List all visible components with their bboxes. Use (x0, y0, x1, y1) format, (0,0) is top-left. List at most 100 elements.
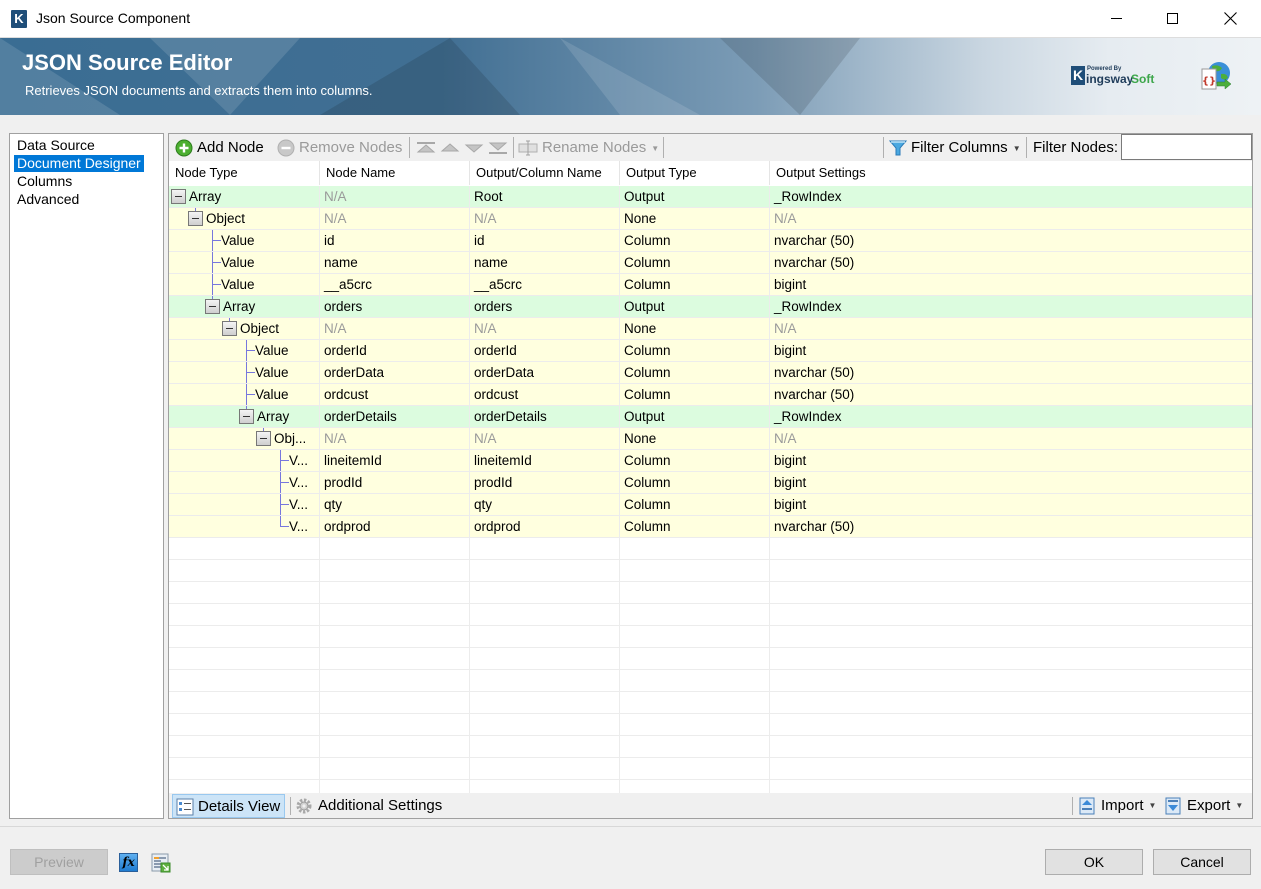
output-type-cell[interactable]: Output (620, 296, 770, 317)
collapse-toggle-icon[interactable] (256, 431, 271, 446)
output-type-cell[interactable]: None (620, 208, 770, 229)
node-type-cell[interactable]: Value (169, 384, 320, 405)
table-row[interactable]: Array orders orders Output _RowIndex (169, 296, 1252, 318)
table-row[interactable]: Object N/A N/A None N/A (169, 318, 1252, 340)
output-settings-cell[interactable]: N/A (770, 208, 1252, 229)
output-column-name-cell[interactable]: ordprod (470, 516, 620, 537)
remove-nodes-button[interactable]: Remove Nodes (277, 134, 402, 161)
node-type-cell[interactable]: Value (169, 340, 320, 361)
node-type-cell[interactable]: Obj... (169, 428, 320, 449)
table-row[interactable]: Obj... N/A N/A None N/A (169, 428, 1252, 450)
node-name-cell[interactable]: name (320, 252, 470, 273)
column-header-output-column-name[interactable]: Output/Column Name (470, 161, 620, 185)
output-settings-cell[interactable]: nvarchar (50) (770, 362, 1252, 383)
output-type-cell[interactable]: None (620, 318, 770, 339)
output-type-cell[interactable]: Column (620, 362, 770, 383)
table-row[interactable]: Array N/A Root Output _RowIndex (169, 186, 1252, 208)
preview-button[interactable]: Preview (10, 849, 108, 875)
table-row[interactable]: V... prodId prodId Column bigint (169, 472, 1252, 494)
output-type-cell[interactable]: None (620, 428, 770, 449)
import-button[interactable]: Import ▼ (1079, 794, 1156, 818)
output-column-name-cell[interactable]: __a5crc (470, 274, 620, 295)
table-row[interactable]: V... lineitemId lineitemId Column bigint (169, 450, 1252, 472)
node-name-cell[interactable]: N/A (320, 428, 470, 449)
minimize-button[interactable] (1088, 0, 1144, 38)
output-settings-cell[interactable]: nvarchar (50) (770, 252, 1252, 273)
close-button[interactable] (1202, 0, 1258, 38)
output-settings-cell[interactable]: nvarchar (50) (770, 230, 1252, 251)
sidebar-item-columns[interactable]: Columns (14, 173, 75, 190)
node-name-cell[interactable]: qty (320, 494, 470, 515)
output-type-cell[interactable]: Column (620, 230, 770, 251)
output-type-cell[interactable]: Output (620, 186, 770, 207)
table-row[interactable]: V... qty qty Column bigint (169, 494, 1252, 516)
node-type-cell[interactable]: V... (169, 494, 320, 515)
node-type-cell[interactable]: Value (169, 274, 320, 295)
output-settings-cell[interactable]: _RowIndex (770, 296, 1252, 317)
output-type-cell[interactable]: Column (620, 450, 770, 471)
expression-fx-icon[interactable]: fx (119, 853, 138, 872)
output-settings-cell[interactable]: bigint (770, 494, 1252, 515)
output-settings-cell[interactable]: nvarchar (50) (770, 384, 1252, 405)
output-column-name-cell[interactable]: N/A (470, 208, 620, 229)
output-type-cell[interactable]: Column (620, 274, 770, 295)
output-type-cell[interactable]: Column (620, 516, 770, 537)
node-type-cell[interactable]: Array (169, 406, 320, 427)
output-settings-cell[interactable]: nvarchar (50) (770, 516, 1252, 537)
node-name-cell[interactable]: ordprod (320, 516, 470, 537)
output-column-name-cell[interactable]: id (470, 230, 620, 251)
output-type-cell[interactable]: Output (620, 406, 770, 427)
table-row[interactable]: Value __a5crc __a5crc Column bigint (169, 274, 1252, 296)
output-type-cell[interactable]: Column (620, 252, 770, 273)
output-settings-cell[interactable]: bigint (770, 450, 1252, 471)
node-type-cell[interactable]: Array (169, 296, 320, 317)
collapse-toggle-icon[interactable] (188, 211, 203, 226)
output-column-name-cell[interactable]: orderDetails (470, 406, 620, 427)
ok-button[interactable]: OK (1045, 849, 1143, 875)
output-type-cell[interactable]: Column (620, 340, 770, 361)
node-type-cell[interactable]: Object (169, 318, 320, 339)
node-name-cell[interactable]: id (320, 230, 470, 251)
output-settings-cell[interactable]: bigint (770, 340, 1252, 361)
node-type-cell[interactable]: V... (169, 472, 320, 493)
cancel-button[interactable]: Cancel (1153, 849, 1251, 875)
output-column-name-cell[interactable]: orders (470, 296, 620, 317)
node-name-cell[interactable]: ordcust (320, 384, 470, 405)
collapse-toggle-icon[interactable] (205, 299, 220, 314)
collapse-toggle-icon[interactable] (171, 189, 186, 204)
output-column-name-cell[interactable]: qty (470, 494, 620, 515)
sidebar-item-document-designer[interactable]: Document Designer (14, 155, 144, 172)
collapse-toggle-icon[interactable] (239, 409, 254, 424)
node-type-cell[interactable]: Value (169, 362, 320, 383)
node-name-cell[interactable]: __a5crc (320, 274, 470, 295)
add-node-button[interactable]: Add Node (175, 134, 264, 161)
details-view-tab[interactable]: Details View (172, 794, 286, 818)
node-name-cell[interactable]: lineitemId (320, 450, 470, 471)
output-column-name-cell[interactable]: ordcust (470, 384, 620, 405)
column-header-node-type[interactable]: Node Type (169, 161, 320, 185)
node-name-cell[interactable]: prodId (320, 472, 470, 493)
output-column-name-cell[interactable]: orderId (470, 340, 620, 361)
output-settings-cell[interactable]: _RowIndex (770, 186, 1252, 207)
node-type-cell[interactable]: Value (169, 230, 320, 251)
node-name-cell[interactable]: orderId (320, 340, 470, 361)
column-header-node-name[interactable]: Node Name (320, 161, 470, 185)
table-row[interactable]: Array orderDetails orderDetails Output _RowI… (169, 406, 1252, 428)
node-type-cell[interactable]: V... (169, 516, 320, 537)
maximize-button[interactable] (1144, 0, 1200, 38)
node-name-cell[interactable]: orders (320, 296, 470, 317)
move-bottom-button[interactable] (488, 134, 508, 161)
table-row[interactable]: Value name name Column nvarchar (50) (169, 252, 1252, 274)
move-up-button[interactable] (440, 134, 460, 161)
output-column-name-cell[interactable]: lineitemId (470, 450, 620, 471)
output-type-cell[interactable]: Column (620, 494, 770, 515)
output-settings-cell[interactable]: bigint (770, 274, 1252, 295)
output-settings-cell[interactable]: N/A (770, 428, 1252, 449)
table-row[interactable]: Value orderId orderId Column bigint (169, 340, 1252, 362)
move-down-button[interactable] (464, 134, 484, 161)
node-name-cell[interactable]: N/A (320, 186, 470, 207)
output-column-name-cell[interactable]: N/A (470, 428, 620, 449)
table-row[interactable]: Value id id Column nvarchar (50) (169, 230, 1252, 252)
sidebar-item-data-source[interactable]: Data Source (14, 137, 98, 154)
output-column-name-cell[interactable]: orderData (470, 362, 620, 383)
